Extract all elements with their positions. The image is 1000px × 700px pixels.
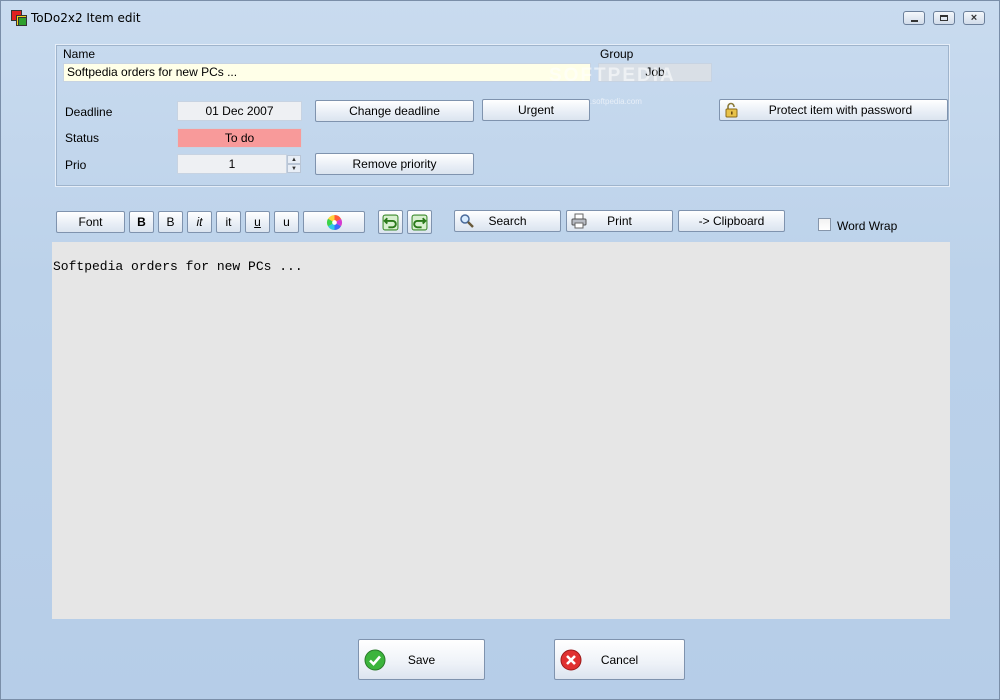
- clipboard-button[interactable]: -> Clipboard: [678, 210, 785, 232]
- print-button[interactable]: Print: [566, 210, 673, 232]
- prio-down-arrow-icon[interactable]: ▼: [287, 164, 301, 173]
- printer-icon: [571, 213, 587, 229]
- word-wrap-checkbox[interactable]: [818, 218, 831, 231]
- redo-icon: [411, 214, 428, 231]
- protect-password-label: Protect item with password: [768, 103, 913, 117]
- deadline-label: Deadline: [65, 105, 113, 119]
- close-button[interactable]: ×: [963, 11, 985, 25]
- undo-icon: [382, 214, 399, 231]
- app-icon: [11, 10, 27, 26]
- word-wrap-label: Word Wrap: [837, 219, 898, 233]
- change-deadline-button[interactable]: Change deadline: [315, 100, 474, 122]
- underline-button[interactable]: u: [245, 211, 270, 233]
- print-label: Print: [607, 214, 632, 228]
- prio-up-arrow-icon[interactable]: ▲: [287, 155, 301, 164]
- checkmark-icon: [364, 649, 386, 671]
- minimize-button[interactable]: [903, 11, 925, 25]
- status-field[interactable]: To do: [177, 128, 302, 148]
- underline-off-button[interactable]: u: [274, 211, 299, 233]
- protect-password-button[interactable]: Protect item with password: [719, 99, 948, 121]
- name-label: Name: [63, 47, 96, 61]
- prio-field[interactable]: 1: [177, 154, 287, 174]
- urgent-button[interactable]: Urgent: [482, 99, 590, 121]
- deadline-field: 01 Dec 2007: [177, 101, 302, 121]
- search-label: Search: [488, 214, 527, 228]
- status-label: Status: [65, 131, 100, 145]
- name-input[interactable]: Softpedia orders for new PCs ...: [63, 63, 591, 82]
- group-label: Group: [600, 47, 634, 61]
- softpedia-watermark: SOFTPEDIA: [549, 65, 676, 86]
- bold-off-button[interactable]: B: [158, 211, 183, 233]
- bold-button[interactable]: B: [129, 211, 154, 233]
- search-button[interactable]: Search: [454, 210, 561, 232]
- cancel-button[interactable]: Cancel: [554, 639, 685, 680]
- cancel-x-icon: [560, 649, 582, 671]
- maximize-button[interactable]: [933, 11, 955, 25]
- prio-label: Prio: [65, 158, 87, 172]
- close-icon: ×: [970, 12, 978, 24]
- save-button[interactable]: Save: [358, 639, 485, 680]
- font-button[interactable]: Font: [56, 211, 125, 233]
- color-wheel-icon: [327, 215, 342, 230]
- search-icon: [460, 214, 474, 228]
- note-editor[interactable]: Softpedia orders for new PCs ...: [52, 242, 950, 619]
- window-title: ToDo2x2 Item edit: [31, 11, 141, 25]
- padlock-icon: [725, 102, 738, 118]
- italic-off-button[interactable]: it: [216, 211, 241, 233]
- redo-button[interactable]: [407, 210, 432, 234]
- color-button[interactable]: [303, 211, 365, 233]
- title-bar[interactable]: ToDo2x2 Item edit ×: [1, 1, 999, 35]
- cancel-label: Cancel: [600, 653, 639, 667]
- editor-content: Softpedia orders for new PCs ...: [53, 259, 303, 274]
- remove-priority-button[interactable]: Remove priority: [315, 153, 474, 175]
- italic-button[interactable]: it: [187, 211, 212, 233]
- save-label: Save: [407, 653, 436, 667]
- undo-button[interactable]: [378, 210, 403, 234]
- item-edit-window: ToDo2x2 Item edit × Name Softpedia order…: [0, 0, 1000, 700]
